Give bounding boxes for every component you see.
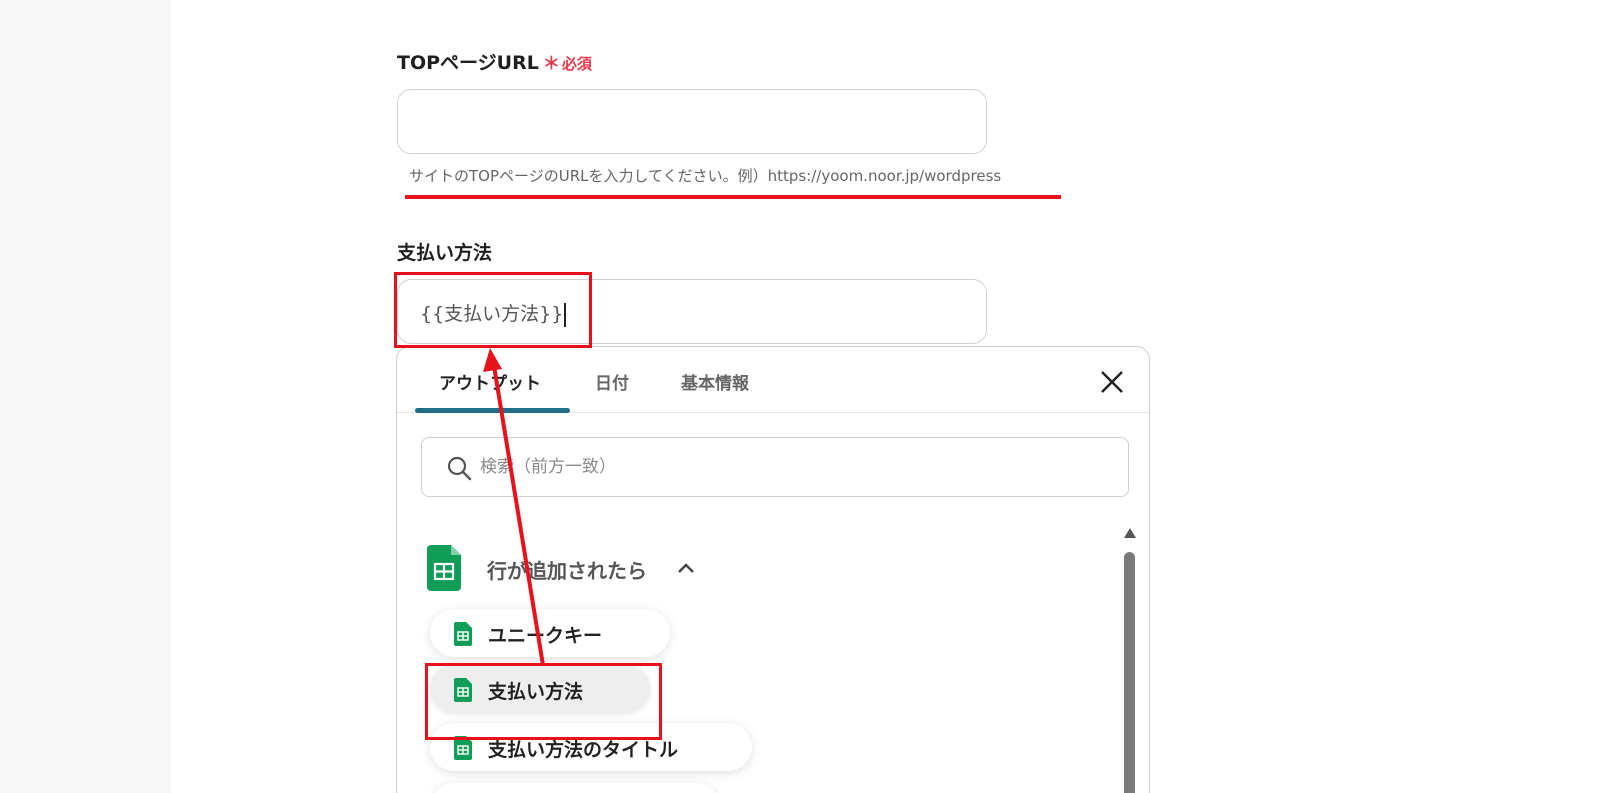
variable-picker-popup: アウトプット 日付 基本情報 検索（前方一致） 行が追加されたら ユニークキー … bbox=[396, 346, 1150, 793]
google-sheets-icon bbox=[454, 736, 472, 760]
close-button[interactable] bbox=[1097, 367, 1127, 397]
url-field-label-text: TOPページURL bbox=[397, 52, 539, 74]
annotation-underline bbox=[405, 195, 1061, 199]
google-sheets-icon bbox=[454, 622, 472, 646]
output-item-label: ユニークキー bbox=[488, 625, 603, 647]
output-item-label: 支払い方法のタイトル bbox=[488, 739, 679, 761]
scroll-thumb[interactable] bbox=[1124, 552, 1135, 793]
payment-method-value-text: {{支払い方法}} bbox=[420, 303, 564, 325]
output-item-label: 支払い方法 bbox=[488, 681, 584, 703]
popup-tabs: アウトプット 日付 基本情報 bbox=[397, 347, 1149, 413]
popup-scrollbar[interactable] bbox=[1119, 527, 1139, 793]
group-header-row-added[interactable]: 行が追加されたら bbox=[427, 545, 727, 591]
payment-field-label: 支払い方法 bbox=[397, 242, 493, 264]
payment-method-input[interactable]: {{支払い方法}} bbox=[397, 279, 987, 344]
url-field-label: TOPページURL ＊必須 bbox=[397, 48, 592, 75]
search-box bbox=[421, 437, 1129, 497]
search-input[interactable] bbox=[480, 452, 1100, 482]
required-mark: ＊ bbox=[542, 54, 560, 74]
text-cursor bbox=[564, 302, 566, 327]
required-badge: 必須 bbox=[561, 55, 592, 73]
active-tab-indicator bbox=[415, 408, 570, 413]
tab-output[interactable]: アウトプット bbox=[439, 369, 541, 394]
output-item-payment-method-title[interactable]: 支払い方法のタイトル bbox=[430, 723, 752, 771]
close-icon bbox=[1101, 371, 1123, 393]
scroll-up-arrow-icon[interactable] bbox=[1123, 527, 1137, 539]
output-item-unique-key[interactable]: ユニークキー bbox=[430, 609, 670, 657]
tab-date[interactable]: 日付 bbox=[595, 369, 629, 394]
tab-basic-info[interactable]: 基本情報 bbox=[681, 369, 749, 394]
group-title: 行が追加されたら bbox=[487, 559, 647, 583]
url-field-hint: サイトのTOPページのURLを入力してください。例）https://yoom.n… bbox=[409, 167, 1002, 185]
url-input[interactable] bbox=[397, 89, 987, 154]
search-icon bbox=[447, 456, 472, 481]
google-sheets-icon bbox=[454, 678, 472, 702]
page: TOPページURL ＊必須 サイトのTOPページのURLを入力してください。例）h… bbox=[0, 0, 1600, 793]
chevron-up-icon bbox=[678, 563, 694, 573]
left-panel bbox=[0, 0, 170, 793]
output-item-next[interactable] bbox=[430, 783, 720, 793]
google-sheets-icon bbox=[427, 545, 461, 591]
output-item-payment-method[interactable]: 支払い方法 bbox=[430, 665, 650, 713]
payment-method-input-value: {{支払い方法}} bbox=[420, 299, 566, 327]
